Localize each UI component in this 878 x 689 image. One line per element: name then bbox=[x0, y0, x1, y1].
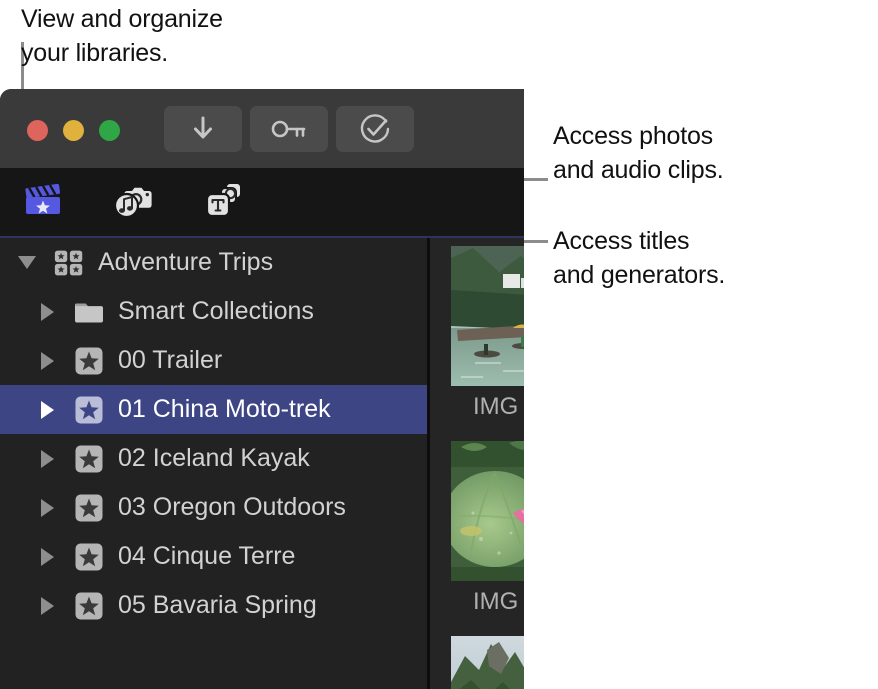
libraries-sidebar[interactable]: Adventure Trips Smart Collections 00 Tra… bbox=[0, 238, 427, 689]
sidebar-row-event[interactable]: 03 Oregon Outdoors bbox=[0, 483, 427, 532]
callout-titles: Access titles and generators. bbox=[553, 227, 726, 289]
film-clapper-star-icon bbox=[21, 178, 65, 227]
sidebar-row-label: 02 Iceland Kayak bbox=[118, 444, 310, 472]
callout-photos: Access photos and audio clips. bbox=[553, 122, 724, 184]
sidebar-tab-strip bbox=[0, 168, 524, 238]
event-star-icon bbox=[74, 592, 104, 620]
sidebar-row-event[interactable]: 05 Bavaria Spring bbox=[0, 581, 427, 630]
clip-browser[interactable]: IMG IMG bbox=[427, 238, 524, 689]
sidebar-row-smart-collections[interactable]: Smart Collections bbox=[0, 287, 427, 336]
browser-clip-item[interactable]: IMG bbox=[451, 246, 524, 421]
app-window: Adventure Trips Smart Collections 00 Tra… bbox=[0, 89, 524, 689]
analyze-button[interactable] bbox=[336, 106, 414, 152]
browser-clip-item[interactable]: IMG bbox=[451, 441, 524, 616]
disclosure-triangle-icon[interactable] bbox=[34, 596, 60, 615]
traffic-light-group bbox=[27, 120, 120, 141]
clip-thumbnail-lotus-leaf[interactable] bbox=[451, 441, 524, 581]
event-star-icon bbox=[74, 445, 104, 473]
clip-thumbnail-karst-cliff[interactable] bbox=[451, 636, 524, 689]
sidebar-row-event[interactable]: 02 Iceland Kayak bbox=[0, 434, 427, 483]
sidebar-item-libraries[interactable] bbox=[20, 179, 66, 225]
photos-audio-icon bbox=[110, 177, 156, 228]
sidebar-item-photos-audio[interactable] bbox=[110, 179, 156, 225]
sidebar-row-label: 01 China Moto-trek bbox=[118, 395, 331, 423]
event-star-icon bbox=[74, 494, 104, 522]
sidebar-row-label: Adventure Trips bbox=[98, 248, 274, 276]
clip-thumbnail-riverside-village[interactable] bbox=[451, 246, 524, 386]
minimize-window-button[interactable] bbox=[63, 120, 84, 141]
disclosure-triangle-icon[interactable] bbox=[34, 400, 60, 419]
disclosure-triangle-open-icon[interactable] bbox=[14, 256, 40, 269]
callout-libraries: View and organize your libraries. bbox=[21, 5, 223, 67]
keyword-editor-button[interactable] bbox=[250, 106, 328, 152]
clip-name-label: IMG bbox=[473, 588, 519, 615]
sidebar-row-event[interactable]: 04 Cinque Terre bbox=[0, 532, 427, 581]
folder-icon bbox=[74, 300, 104, 324]
sidebar-row-library[interactable]: Adventure Trips bbox=[0, 238, 427, 287]
browser-clip-item[interactable]: IMG bbox=[451, 636, 524, 689]
close-window-button[interactable] bbox=[27, 120, 48, 141]
sidebar-item-titles-generators[interactable] bbox=[200, 179, 246, 225]
sidebar-row-label: 04 Cinque Terre bbox=[118, 542, 296, 570]
library-grid-icon bbox=[54, 248, 84, 278]
titles-generators-icon bbox=[200, 177, 246, 228]
disclosure-triangle-icon[interactable] bbox=[34, 498, 60, 517]
disclosure-triangle-icon[interactable] bbox=[34, 547, 60, 566]
event-star-icon bbox=[74, 396, 104, 424]
disclosure-triangle-icon[interactable] bbox=[34, 449, 60, 468]
sidebar-row-event[interactable]: 00 Trailer bbox=[0, 336, 427, 385]
sidebar-row-label: 05 Bavaria Spring bbox=[118, 591, 317, 619]
sidebar-row-event-selected[interactable]: 01 China Moto-trek bbox=[0, 385, 427, 434]
import-media-button[interactable] bbox=[164, 106, 242, 152]
sidebar-row-label: 00 Trailer bbox=[118, 346, 223, 374]
download-arrow-icon bbox=[190, 115, 216, 143]
disclosure-triangle-icon[interactable] bbox=[34, 302, 60, 321]
disclosure-triangle-icon[interactable] bbox=[34, 351, 60, 370]
sidebar-row-label: 03 Oregon Outdoors bbox=[118, 493, 346, 521]
toolbar-button-group bbox=[164, 106, 414, 152]
event-star-icon bbox=[74, 347, 104, 375]
clip-name-label: IMG bbox=[473, 393, 519, 420]
zoom-window-button[interactable] bbox=[99, 120, 120, 141]
event-star-icon bbox=[74, 543, 104, 571]
checkmark-circle-icon bbox=[359, 113, 391, 145]
key-icon bbox=[271, 118, 307, 140]
sidebar-row-label: Smart Collections bbox=[118, 297, 314, 325]
